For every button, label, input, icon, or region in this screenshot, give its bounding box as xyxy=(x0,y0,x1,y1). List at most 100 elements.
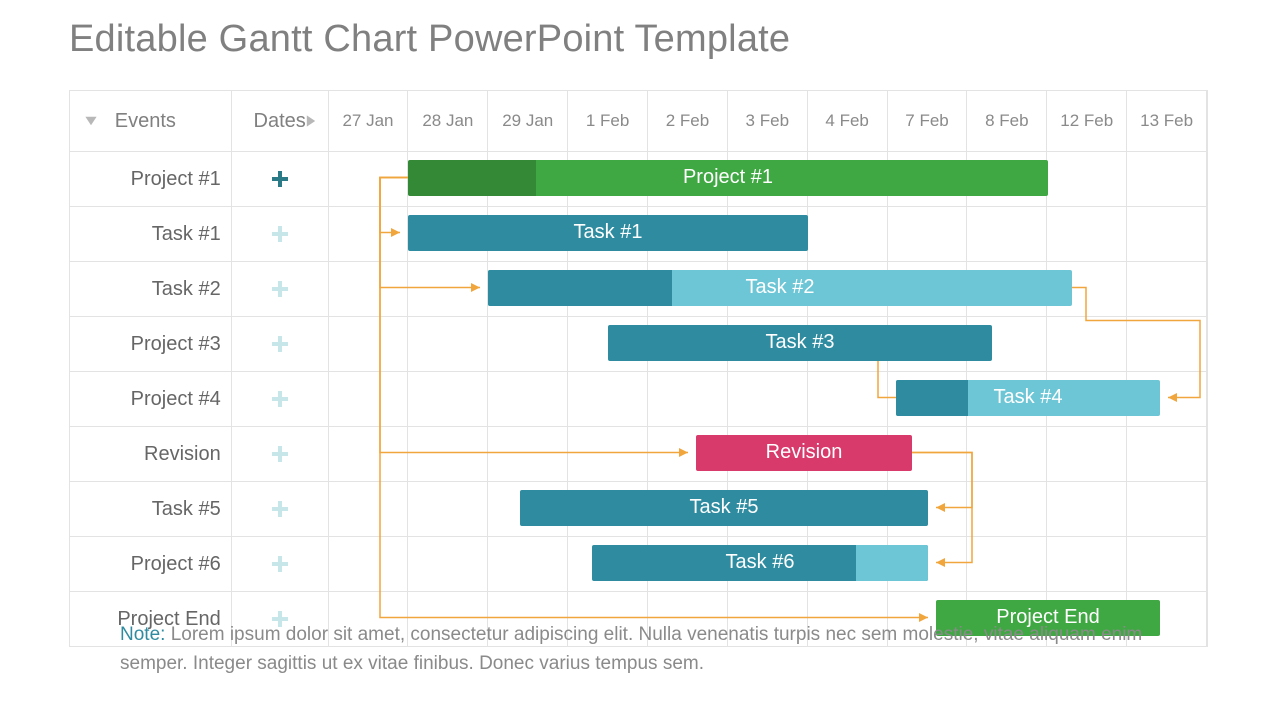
grid-cell xyxy=(329,537,409,591)
footnote-body: Lorem ipsum dolor sit amet, consectetur … xyxy=(120,624,1142,674)
gantt-bar[interactable]: Task #5 xyxy=(520,490,928,526)
plus-icon[interactable] xyxy=(271,225,289,243)
grid-cell xyxy=(1047,482,1127,536)
gantt-bar-label: Project #1 xyxy=(683,166,773,189)
grid-cell xyxy=(408,372,488,426)
grid-cell xyxy=(967,482,1047,536)
col-header-events-label: Events xyxy=(115,110,176,133)
gantt-bar-label: Task #3 xyxy=(766,331,835,354)
grid-cell xyxy=(1127,427,1207,481)
grid-cell xyxy=(728,372,808,426)
row-expand[interactable] xyxy=(232,537,329,591)
row-label: Project #1 xyxy=(70,152,232,206)
plus-icon[interactable] xyxy=(271,555,289,573)
plus-icon[interactable] xyxy=(271,335,289,353)
grid-cell xyxy=(1047,207,1127,261)
col-header-day: 12 Feb xyxy=(1047,91,1127,151)
gantt-bar-label: Task #4 xyxy=(994,386,1063,409)
plus-icon[interactable] xyxy=(271,390,289,408)
plus-icon[interactable] xyxy=(271,170,289,188)
plus-icon[interactable] xyxy=(271,280,289,298)
grid-cell xyxy=(808,372,888,426)
grid-cell xyxy=(1127,482,1207,536)
grid-cell xyxy=(488,537,568,591)
row-expand[interactable] xyxy=(232,262,329,316)
col-header-day: 1 Feb xyxy=(568,91,648,151)
grid-cell xyxy=(408,482,488,536)
col-header-day: 4 Feb xyxy=(808,91,888,151)
grid-cell xyxy=(408,537,488,591)
gantt-bar-tail xyxy=(856,545,928,581)
grid-cell xyxy=(1127,537,1207,591)
row-label: Revision xyxy=(70,427,232,481)
col-header-day: 13 Feb xyxy=(1127,91,1207,151)
header-row: Events Dates 27 Jan28 Jan29 Jan1 Feb2 Fe… xyxy=(70,91,1207,151)
gantt-bar[interactable]: Task #2 xyxy=(488,270,1072,306)
grid-cell xyxy=(1047,537,1127,591)
col-header-dates: Dates xyxy=(232,91,329,151)
row-label: Task #1 xyxy=(70,207,232,261)
grid-cell xyxy=(488,427,568,481)
chevron-down-icon[interactable] xyxy=(84,114,98,128)
row-expand[interactable] xyxy=(232,207,329,261)
footnote-lead: Note: xyxy=(120,624,165,645)
grid-cell xyxy=(329,152,409,206)
gantt-row: Revision xyxy=(70,426,1207,481)
slide-title: Editable Gantt Chart PowerPoint Template xyxy=(69,18,790,61)
grid-cell xyxy=(967,427,1047,481)
col-header-day: 28 Jan xyxy=(408,91,488,151)
gantt-bar[interactable]: Revision xyxy=(696,435,912,471)
row-label: Task #5 xyxy=(70,482,232,536)
row-label: Project #6 xyxy=(70,537,232,591)
grid-cell xyxy=(329,207,409,261)
gantt-bar[interactable]: Task #1 xyxy=(408,215,808,251)
row-label: Task #2 xyxy=(70,262,232,316)
row-label: Project #4 xyxy=(70,372,232,426)
gantt-bar[interactable]: Task #3 xyxy=(608,325,992,361)
grid-cell xyxy=(1127,207,1207,261)
grid-cell xyxy=(1127,262,1207,316)
row-expand[interactable] xyxy=(232,317,329,371)
col-header-events: Events xyxy=(70,91,232,151)
gantt-bar[interactable]: Task #6 xyxy=(592,545,928,581)
gantt-bar[interactable]: Project #1 xyxy=(408,160,1048,196)
grid-cell xyxy=(1047,427,1127,481)
gantt-bar-label: Task #2 xyxy=(746,276,815,299)
col-header-dates-label: Dates xyxy=(254,110,306,133)
grid-cell xyxy=(329,482,409,536)
row-expand[interactable] xyxy=(232,152,329,206)
grid-cell xyxy=(808,207,888,261)
grid-cell xyxy=(329,372,409,426)
col-header-day: 29 Jan xyxy=(488,91,568,151)
grid-cell xyxy=(408,427,488,481)
col-header-day: 8 Feb xyxy=(967,91,1047,151)
grid-cell xyxy=(568,372,648,426)
gantt-bar[interactable]: Task #4 xyxy=(896,380,1160,416)
grid-cell xyxy=(1047,317,1127,371)
row-expand[interactable] xyxy=(232,372,329,426)
grid-cell xyxy=(888,207,968,261)
gantt-bar-progress xyxy=(408,160,536,196)
col-header-day: 27 Jan xyxy=(329,91,409,151)
chevron-right-icon[interactable] xyxy=(304,114,318,128)
grid-cell xyxy=(408,317,488,371)
grid-cell xyxy=(488,317,568,371)
row-expand[interactable] xyxy=(232,427,329,481)
gantt-chart: Events Dates 27 Jan28 Jan29 Jan1 Feb2 Fe… xyxy=(69,90,1209,647)
gantt-bar-label: Task #1 xyxy=(574,221,643,244)
gantt-bar-progress xyxy=(896,380,968,416)
grid-cell xyxy=(967,537,1047,591)
row-expand[interactable] xyxy=(232,482,329,536)
grid-cell xyxy=(1127,317,1207,371)
grid-cell xyxy=(1127,152,1207,206)
grid-cell xyxy=(408,262,488,316)
gantt-bar-label: Task #6 xyxy=(726,551,795,574)
col-header-day: 2 Feb xyxy=(648,91,728,151)
col-header-day: 7 Feb xyxy=(888,91,968,151)
plus-icon[interactable] xyxy=(271,500,289,518)
gantt-bar-progress xyxy=(488,270,672,306)
gantt-bar-label: Task #5 xyxy=(690,496,759,519)
plus-icon[interactable] xyxy=(271,445,289,463)
grid-cell xyxy=(1047,152,1127,206)
grid-cell xyxy=(648,372,728,426)
